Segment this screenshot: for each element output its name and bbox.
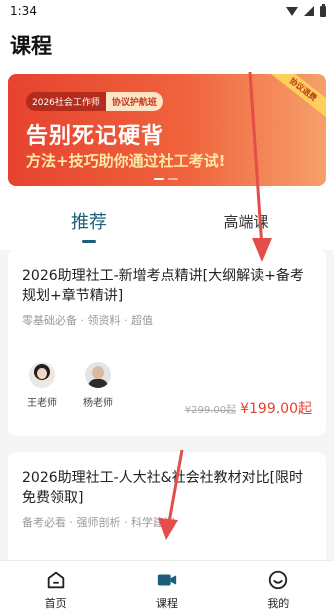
teacher-avatar [85,362,111,388]
banner-headline: 告别死记硬背 [26,124,165,149]
carousel-dot [154,178,164,180]
battery-icon [320,3,326,17]
page-title: 课程 [10,34,52,58]
top-area: 课程 2026社会工作师 协议护航班 告别死记硬背 方法+技巧助你通过社工考试!… [0,22,334,250]
status-time: 1:34 [10,4,37,18]
course-price: ¥299.00起 ¥199.00起 [185,398,312,418]
banner-subline: 方法+技巧助你通过社工考试! [26,152,226,170]
course-title: 2026助理社工-人大社&社会社教材对比[限时免费领取] [22,470,304,506]
tabbar-course-label: 课程 [155,597,178,610]
course-tags: 备考必看 · 强师剖析 · 科学建议 [22,516,175,529]
wifi-icon [286,6,298,16]
video-camera-icon [157,574,177,586]
current-price: ¥199.00起 [240,401,312,417]
tab-active-indicator [82,240,96,243]
signal-icon [304,6,314,16]
tabbar-home-label: 首页 [44,597,67,610]
tabbar-mine-label: 我的 [267,597,290,610]
banner-corner-tag: 协议退费 [262,74,326,124]
teacher-list: 王老师 杨老师 [22,362,118,409]
teacher-name: 王老师 [27,398,57,409]
course-title: 2026助理社工-新增考点精讲[大纲解读+备考规划+章节精讲] [22,268,304,304]
teacher: 王老师 [22,362,62,409]
course-card[interactable]: 2026助理社工-新增考点精讲[大纲解读+备考规划+章节精讲] 零基础必备 · … [8,250,326,436]
banner-pill-class: 协议护航班 [105,92,163,111]
carousel-dot [168,178,178,180]
tabbar-mine[interactable]: 我的 [223,561,334,612]
course-tabs: 推荐 高端课 [0,202,334,248]
home-icon [47,571,64,589]
status-bar: 1:34 [0,0,334,22]
bottom-tab-bar: 首页 课程 我的 [0,560,334,612]
teacher-avatar [29,362,55,388]
original-price: ¥299.00起 [184,405,237,416]
course-tags: 零基础必备 · 领资料 · 超值 [22,314,153,327]
tabbar-course[interactable]: 课程 [111,561,222,612]
banner-pill-exam: 2026社会工作师 [26,92,106,111]
teacher-name: 杨老师 [83,398,113,409]
teacher: 杨老师 [78,362,118,409]
carousel-indicator [154,178,178,180]
status-icons [286,3,326,17]
tabbar-home[interactable]: 首页 [0,561,111,612]
promo-banner[interactable]: 2026社会工作师 协议护航班 告别死记硬背 方法+技巧助你通过社工考试! 协议… [8,74,326,186]
tab-advanced[interactable]: 高端课 [216,211,276,232]
tab-recommend[interactable]: 推荐 [64,208,114,234]
banner-pill: 2026社会工作师 协议护航班 [26,92,163,111]
smiley-icon [269,570,288,590]
